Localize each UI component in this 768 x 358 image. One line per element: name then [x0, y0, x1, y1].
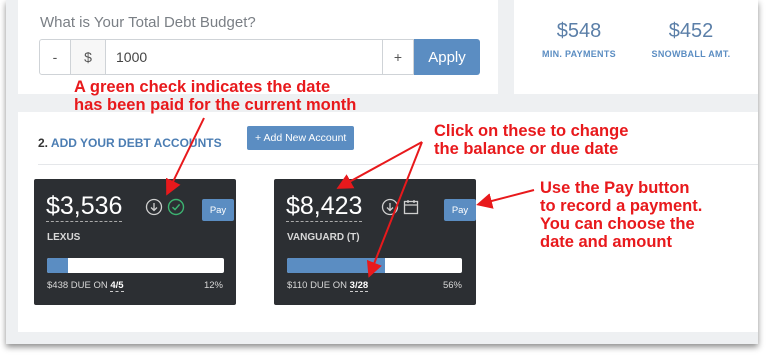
arrow-to-balance: [336, 141, 423, 189]
arrow-to-check: [166, 117, 205, 196]
arrow-to-pay: [476, 189, 535, 209]
arrow-to-due-date: [366, 141, 423, 278]
app-frame: What is Your Total Debt Budget? - $ 1000…: [6, 0, 758, 344]
annotation-arrows: [166, 117, 535, 278]
